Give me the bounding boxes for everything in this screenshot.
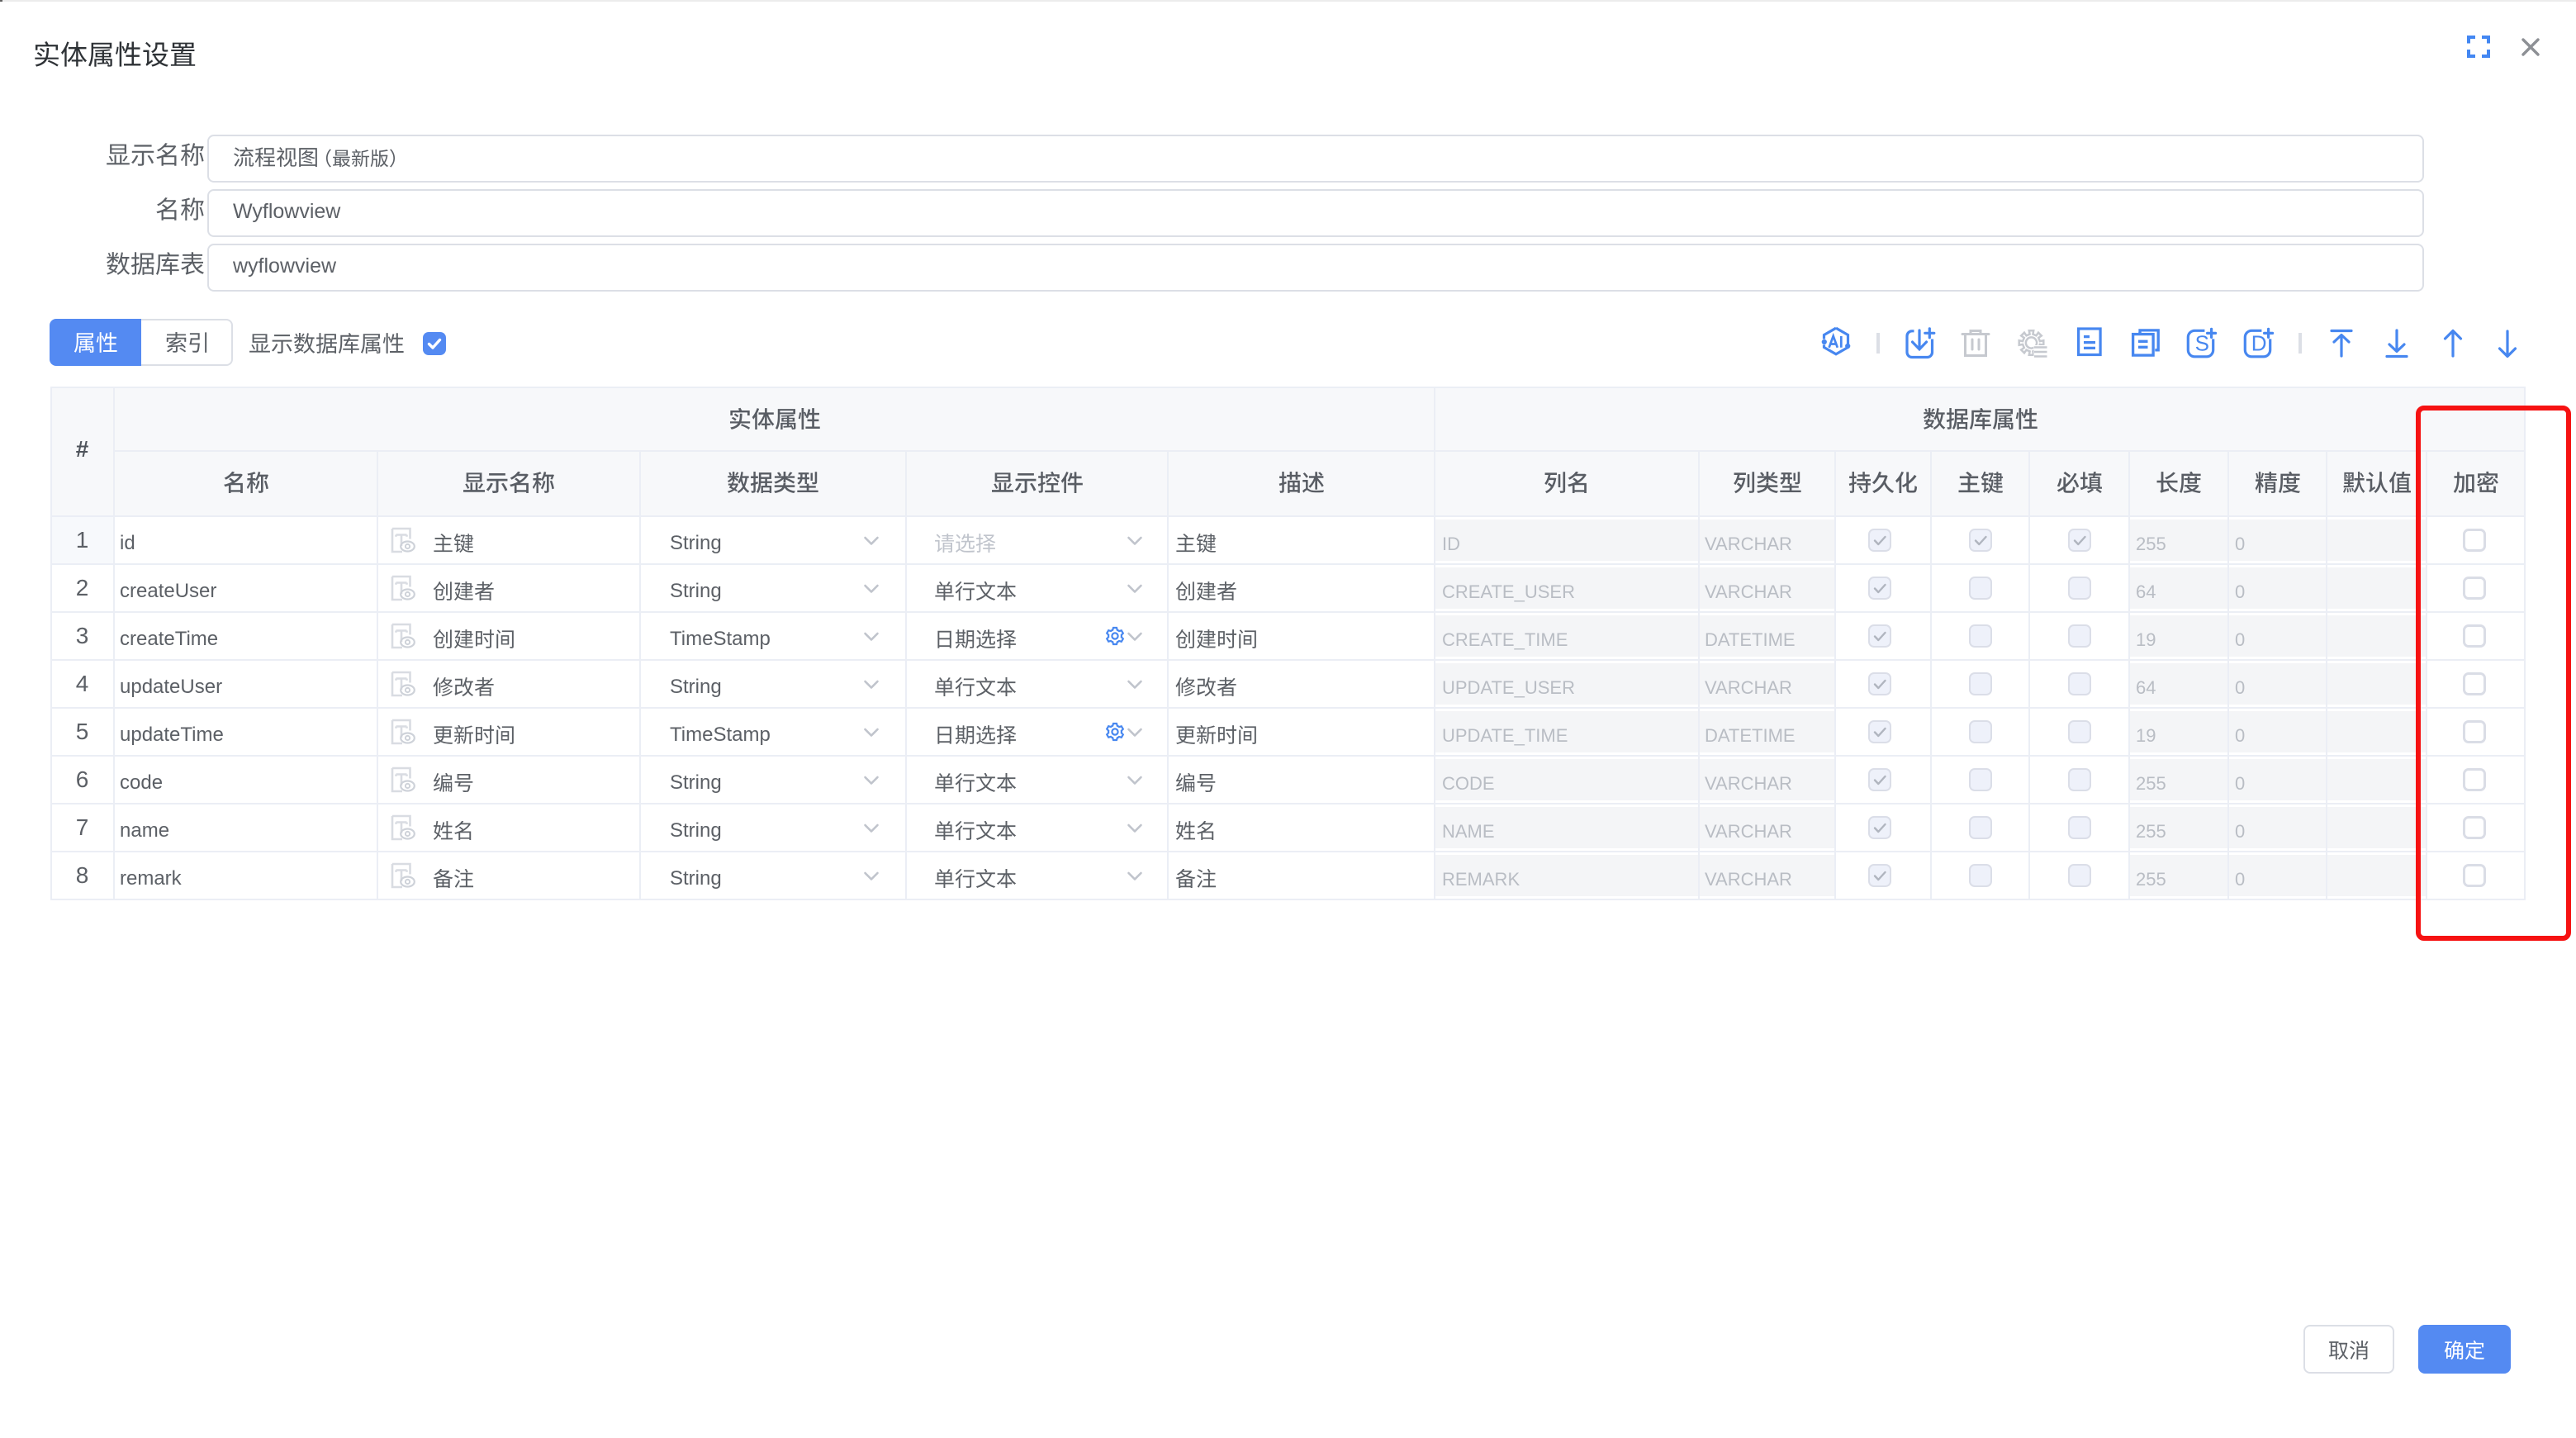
svg-text:D: D <box>2251 331 2267 356</box>
svg-text:S: S <box>2195 331 2209 356</box>
